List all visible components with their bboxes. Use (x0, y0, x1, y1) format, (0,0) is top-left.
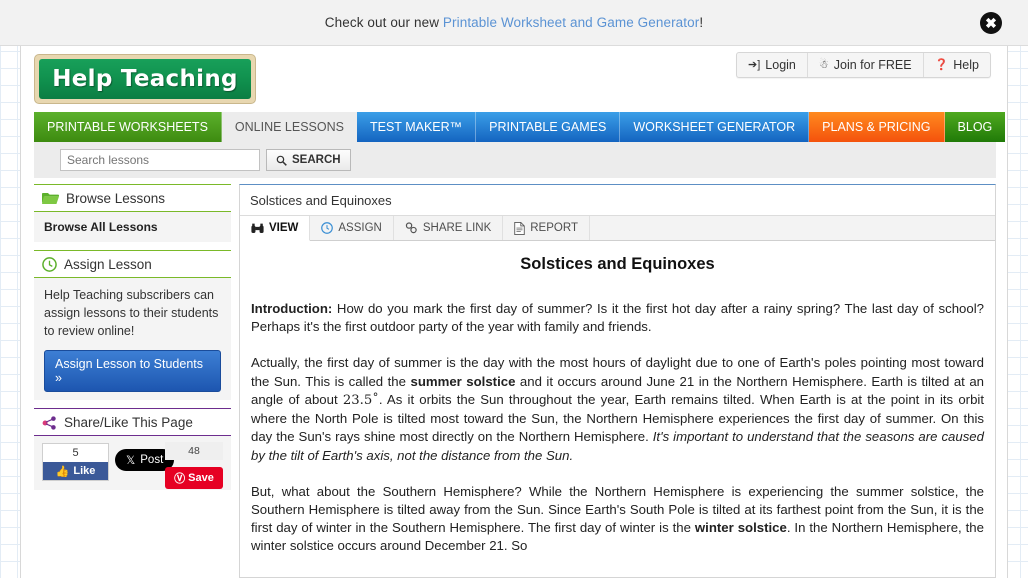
share-panel-title: Share/Like This Page (64, 415, 193, 431)
pinterest-save-button[interactable]: Ⓥ Save (165, 467, 223, 490)
question-circle-icon: ❓ (934, 58, 949, 71)
nav-item-printable-games[interactable]: PRINTABLE GAMES (476, 112, 621, 142)
x-logo-icon: 𝕏 (126, 455, 136, 468)
clock-icon (42, 257, 57, 272)
lesson-tabs: VIEW ASSIGN SHARE LINK REPORT (240, 216, 995, 241)
main-navigation: PRINTABLE WORKSHEETS ONLINE LESSONS TEST… (34, 112, 1006, 142)
clock-icon (321, 222, 334, 234)
thumbs-up-icon: 👍 (55, 465, 70, 478)
join-button[interactable]: ☃ Join for FREE (808, 53, 924, 77)
x-post-label: Post (140, 454, 164, 467)
document-icon (514, 221, 525, 235)
share-icon (42, 416, 57, 430)
facebook-like-count: 5 (72, 447, 79, 460)
share-panel-header: Share/Like This Page (34, 408, 231, 437)
tab-view[interactable]: VIEW (240, 216, 311, 241)
page-shell: Help Teaching ➔] Login ☃ Join for FREE ❓… (20, 46, 1008, 578)
nav-item-blog[interactable]: BLOG (944, 112, 1006, 142)
assign-lesson-title: Assign Lesson (64, 257, 152, 272)
facebook-like-widget[interactable]: 5 👍 Like (42, 443, 109, 482)
lesson-title: Solstices and Equinoxes (520, 255, 715, 273)
pinterest-save-label: Save (188, 472, 214, 485)
site-header: Help Teaching ➔] Login ☃ Join for FREE ❓… (21, 46, 1007, 112)
folder-icon (42, 192, 59, 205)
tab-share-link[interactable]: SHARE LINK (394, 216, 504, 240)
facebook-like-button[interactable]: 👍 Like (43, 462, 108, 481)
promo-link[interactable]: Printable Worksheet and Game Generator (443, 15, 699, 30)
binoculars-icon (251, 223, 264, 234)
facebook-like-label: Like (73, 465, 96, 478)
share-panel: Share/Like This Page 5 👍 Like 𝕏 Post 48 … (34, 408, 231, 491)
site-logo[interactable]: Help Teaching (34, 54, 256, 104)
login-icon: ➔] (748, 58, 761, 71)
browse-lessons-panel: Browse Lessons Browse All Lessons (34, 184, 231, 242)
search-row: SEARCH (34, 142, 996, 178)
lesson-body: Solstices and Equinoxes Introduction: Ho… (240, 241, 995, 574)
search-input[interactable] (60, 149, 260, 171)
assign-lesson-header: Assign Lesson (34, 250, 231, 278)
pinterest-widget: 48 Ⓥ Save (165, 442, 223, 490)
lesson-paragraph: Introduction: How do you mark the first … (251, 301, 984, 335)
nav-item-printable-worksheets[interactable]: PRINTABLE WORKSHEETS (34, 112, 222, 142)
logo-text: Help Teaching (52, 66, 238, 92)
login-button[interactable]: ➔] Login (737, 53, 808, 77)
search-icon (276, 155, 287, 166)
search-button-label: SEARCH (292, 154, 341, 166)
tab-assign[interactable]: ASSIGN (310, 216, 394, 240)
nav-item-plans-pricing[interactable]: PLANS & PRICING (809, 112, 945, 142)
join-label: Join for FREE (833, 58, 912, 72)
search-button[interactable]: SEARCH (266, 149, 351, 171)
help-label: Help (953, 58, 979, 72)
browse-lessons-body: Browse All Lessons (34, 212, 231, 242)
promo-prefix: Check out our new (324, 15, 443, 30)
tab-view-label: VIEW (269, 222, 299, 234)
tab-report-label: REPORT (530, 222, 578, 234)
person-icon: ☃ (818, 58, 829, 71)
link-icon (405, 222, 418, 234)
tab-report[interactable]: REPORT (503, 216, 590, 240)
logo-chalkboard: Help Teaching (39, 59, 251, 99)
nav-item-test-maker[interactable]: TEST MAKER™ (357, 112, 477, 142)
login-label: Login (765, 58, 796, 72)
nav-item-worksheet-generator[interactable]: WORKSHEET GENERATOR (620, 112, 810, 142)
assign-lesson-text: Help Teaching subscribers can assign les… (44, 288, 219, 339)
promo-suffix: ! (699, 15, 704, 30)
tab-share-link-label: SHARE LINK (422, 222, 492, 234)
pinterest-save-count: 48 (165, 442, 223, 461)
promo-text: Check out our new Printable Worksheet an… (325, 15, 703, 30)
share-panel-body: 5 👍 Like 𝕏 Post 48 Ⓥ Save (34, 436, 231, 491)
lesson-paragraph: But, what about the Southern Hemisphere?… (251, 483, 984, 554)
lesson-panel: Solstices and Equinoxes VIEW ASSIGN SHAR… (239, 184, 996, 578)
pinterest-icon: Ⓥ (174, 473, 186, 486)
help-button[interactable]: ❓ Help (924, 53, 990, 77)
promo-banner: Check out our new Printable Worksheet an… (0, 0, 1028, 46)
browse-all-lessons-link[interactable]: Browse All Lessons (42, 218, 223, 236)
browse-lessons-header: Browse Lessons (34, 184, 231, 212)
sidebar: Browse Lessons Browse All Lessons Assign… (34, 184, 239, 578)
assign-lesson-panel: Assign Lesson Help Teaching subscribers … (34, 250, 231, 401)
tab-assign-label: ASSIGN (338, 222, 382, 234)
assign-lesson-body: Help Teaching subscribers can assign les… (34, 278, 231, 401)
lesson-paragraph: Actually, the first day of summer is the… (251, 355, 984, 463)
assign-lesson-button[interactable]: Assign Lesson to Students » (44, 350, 221, 393)
nav-item-online-lessons[interactable]: ONLINE LESSONS (221, 112, 357, 142)
breadcrumb: Solstices and Equinoxes (240, 185, 995, 216)
account-bar: ➔] Login ☃ Join for FREE ❓ Help (736, 52, 991, 78)
browse-lessons-title: Browse Lessons (66, 191, 166, 206)
close-icon[interactable]: ✖ (980, 12, 1002, 34)
content-area: Browse Lessons Browse All Lessons Assign… (34, 184, 996, 578)
